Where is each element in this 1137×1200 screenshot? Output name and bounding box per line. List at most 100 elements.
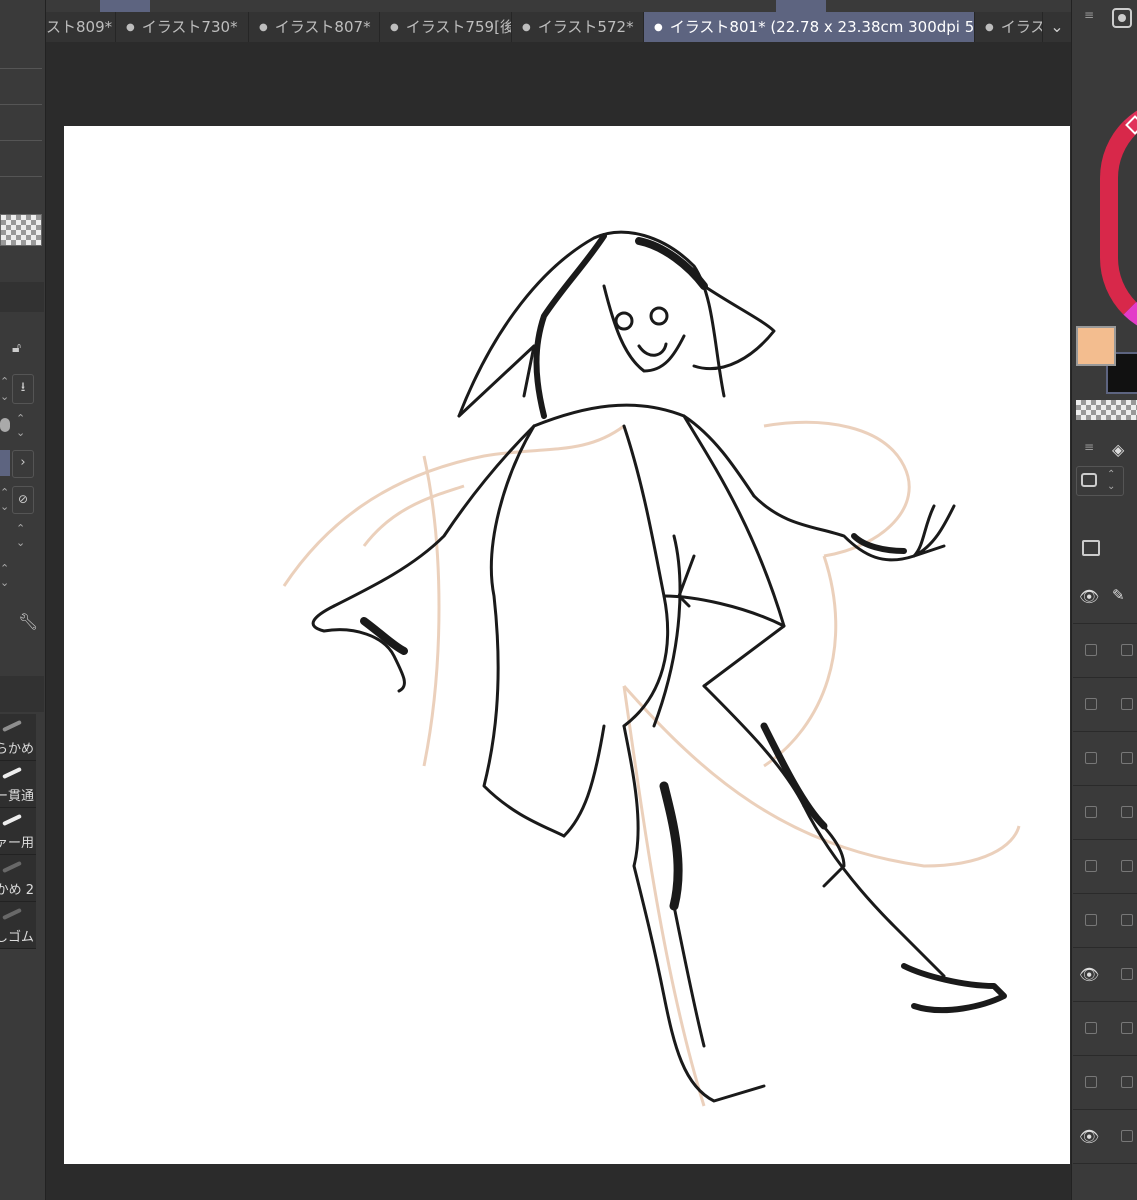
- layer-row[interactable]: 👁︎: [1073, 1110, 1137, 1164]
- divider: [0, 104, 42, 105]
- panel-header: [0, 282, 44, 312]
- layer-row[interactable]: [1073, 732, 1137, 786]
- tab-label: イラスト807*: [274, 18, 371, 36]
- eye-icon[interactable]: 👁︎: [1079, 965, 1099, 984]
- lock-checkbox[interactable]: [1121, 1022, 1133, 1034]
- document-tab-bar: スト809* ● イラスト730* ● イラスト807* ● イラスト759[後 ● イ…: [46, 12, 1071, 43]
- layer-row[interactable]: [1073, 1002, 1137, 1056]
- eye-icon[interactable]: 👁︎: [1079, 1127, 1099, 1146]
- stepper-control[interactable]: ⌃ ⌄: [16, 412, 30, 440]
- blend-mode-select[interactable]: ⌃ ⌄: [1076, 466, 1124, 496]
- brush-label: ー貫通: [0, 789, 34, 804]
- visibility-checkbox[interactable]: [1085, 806, 1097, 818]
- panel-header: [0, 676, 44, 712]
- command-bar: [46, 0, 1071, 12]
- lock-checkbox[interactable]: [1121, 968, 1133, 980]
- tool-property-panel: 🔓︎ ⌃ ⌄ ⭳ ⌃ ⌄ › ⌃ ⌄ ⊘ ⌃ ⌄ ⌃ ⌄ 🔧︎ らかめ ー貫通 ァー用 か…: [0, 0, 46, 1200]
- divider: [0, 68, 42, 69]
- tab-label: イラスト572*: [537, 18, 634, 36]
- tab-label: スト809*: [46, 18, 113, 36]
- lock-icon[interactable]: 🔓︎: [12, 340, 21, 356]
- lock-checkbox[interactable]: [1121, 698, 1133, 710]
- lock-checkbox[interactable]: [1121, 1130, 1133, 1142]
- eye-icon[interactable]: 👁︎: [1079, 587, 1099, 606]
- document-tab[interactable]: ● イラスト759[後: [380, 12, 512, 42]
- modified-dot-icon: ●: [390, 21, 399, 33]
- visibility-checkbox[interactable]: [1085, 698, 1097, 710]
- sketch-illustration: [282, 230, 1021, 1107]
- modified-dot-icon: ●: [522, 21, 531, 33]
- brush-item[interactable]: しゴム: [0, 902, 36, 949]
- main-color-swatch[interactable]: [1076, 326, 1116, 366]
- drawing-canvas[interactable]: [64, 126, 1070, 1164]
- lock-checkbox[interactable]: [1121, 860, 1133, 872]
- menu-icon[interactable]: ≡: [1084, 8, 1094, 22]
- visibility-checkbox[interactable]: [1085, 1022, 1097, 1034]
- brush-stroke-icon: [2, 766, 22, 780]
- document-tab[interactable]: ● イラスト807*: [249, 12, 380, 42]
- transparent-color-swatch[interactable]: [0, 214, 42, 246]
- visibility-checkbox[interactable]: [1085, 644, 1097, 656]
- document-tab[interactable]: ● イラスト730*: [116, 12, 249, 42]
- layer-row[interactable]: [1073, 678, 1137, 732]
- layer-row[interactable]: 👁︎: [1073, 570, 1137, 624]
- chevron-right-icon[interactable]: ›: [12, 450, 34, 478]
- tab-label: イラスト730*: [141, 18, 238, 36]
- layer-row[interactable]: [1073, 1056, 1137, 1110]
- stepper-control[interactable]: ⌃ ⌄: [0, 486, 10, 514]
- visibility-checkbox[interactable]: [1085, 860, 1097, 872]
- visibility-checkbox[interactable]: [1085, 914, 1097, 926]
- download-icon[interactable]: ⭳: [12, 374, 34, 404]
- lock-checkbox[interactable]: [1121, 1076, 1133, 1088]
- brush-stroke-icon: [2, 719, 22, 733]
- brush-label: らかめ: [0, 742, 34, 757]
- command-button[interactable]: [776, 0, 826, 12]
- lock-checkbox[interactable]: [1121, 806, 1133, 818]
- chevron-down-icon[interactable]: ⌄: [1043, 12, 1071, 42]
- wrench-icon[interactable]: 🔧︎: [18, 612, 38, 631]
- layer-row[interactable]: [1073, 786, 1137, 840]
- divider: [0, 176, 42, 177]
- line-sketch-layer: [311, 230, 1007, 1103]
- layers-icon[interactable]: ◈: [1112, 440, 1124, 459]
- brush-label: ァー用: [0, 836, 34, 851]
- layer-row[interactable]: [1073, 624, 1137, 678]
- layer-row[interactable]: [1073, 840, 1137, 894]
- document-tab-active[interactable]: ● イラスト801* (22.78 x 23.38cm 300dpi 57.1%): [644, 12, 975, 42]
- brush-stroke-icon: [2, 907, 22, 921]
- document-tab[interactable]: ● イラス: [975, 12, 1043, 42]
- divider: [0, 140, 42, 141]
- tab-label: イラス: [1000, 18, 1043, 36]
- document-tab[interactable]: スト809*: [46, 12, 116, 42]
- command-button-active[interactable]: [100, 0, 150, 12]
- stepper-control[interactable]: ⌃ ⌄: [0, 374, 10, 404]
- transparent-color-swatch[interactable]: [1076, 400, 1137, 420]
- tab-label: イラスト759[後: [405, 18, 512, 36]
- layer-property-icon[interactable]: [1082, 540, 1100, 556]
- modified-dot-icon: ●: [985, 21, 994, 33]
- brush-stroke-icon: [2, 813, 22, 827]
- color-wheel[interactable]: [1100, 98, 1137, 338]
- stepper-control[interactable]: ⌃ ⌄: [0, 562, 10, 590]
- brush-item[interactable]: かめ 2: [0, 855, 36, 902]
- document-tab[interactable]: ● イラスト572*: [512, 12, 644, 42]
- lock-checkbox[interactable]: [1121, 914, 1133, 926]
- brush-label: かめ 2: [0, 883, 34, 898]
- visibility-checkbox[interactable]: [1085, 1076, 1097, 1088]
- menu-icon[interactable]: ≡: [1084, 440, 1094, 454]
- layer-row[interactable]: [1073, 894, 1137, 948]
- record-icon[interactable]: [1112, 8, 1132, 28]
- lock-checkbox[interactable]: [1121, 752, 1133, 764]
- slider-fill[interactable]: [0, 450, 10, 476]
- brush-item[interactable]: らかめ: [0, 714, 36, 761]
- brush-label: しゴム: [0, 930, 34, 945]
- brush-item[interactable]: ァー用: [0, 808, 36, 855]
- no-entry-icon[interactable]: ⊘: [12, 486, 34, 514]
- visibility-checkbox[interactable]: [1085, 752, 1097, 764]
- layer-row[interactable]: 👁︎: [1073, 948, 1137, 1002]
- modified-dot-icon: ●: [654, 21, 663, 33]
- brush-item[interactable]: ー貫通: [0, 761, 36, 808]
- lock-checkbox[interactable]: [1121, 644, 1133, 656]
- rough-sketch-layer: [282, 420, 1021, 1107]
- stepper-control[interactable]: ⌃ ⌄: [16, 522, 30, 550]
